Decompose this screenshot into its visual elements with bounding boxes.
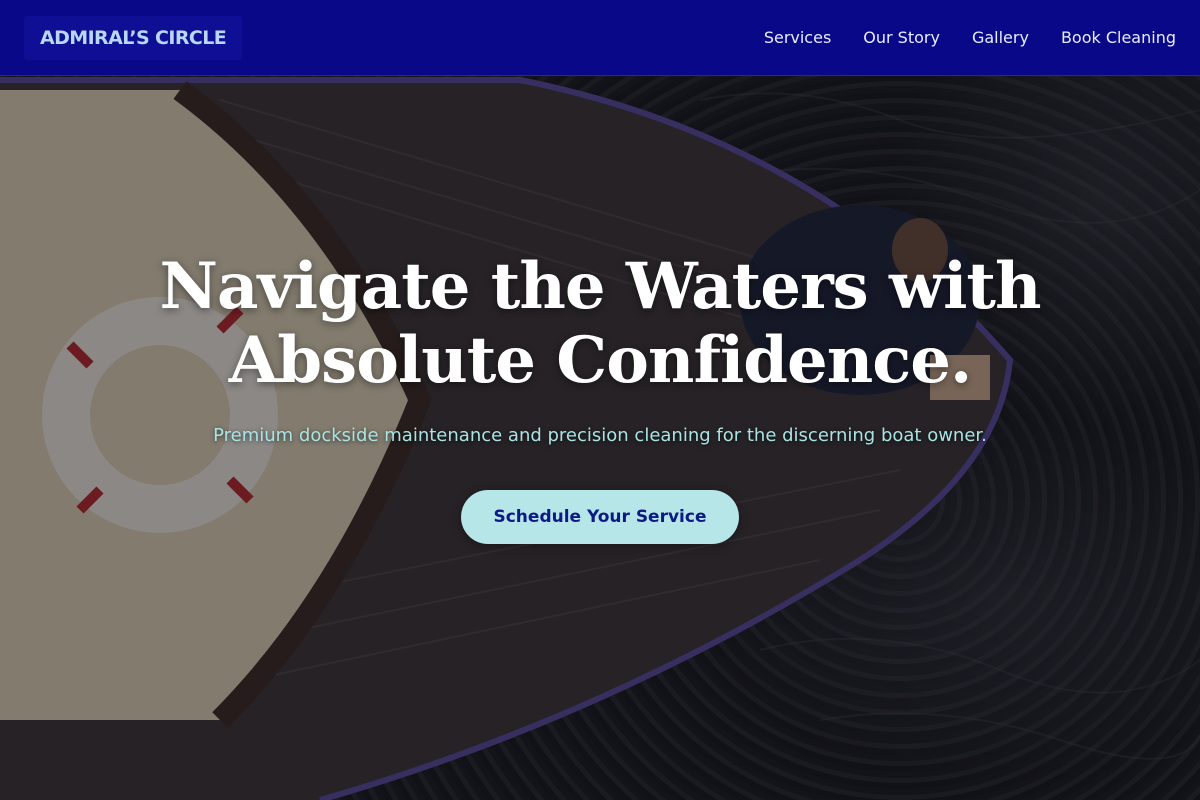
hero-content: Navigate the Waters with Absolute Confid… (0, 250, 1200, 544)
hero-headline-line2: Absolute Confidence. (228, 323, 973, 398)
nav-link-services[interactable]: Services (764, 28, 831, 47)
nav-link-book-cleaning[interactable]: Book Cleaning (1061, 28, 1176, 47)
brand-name[interactable]: ADMIRAL’S CIRCLE (40, 27, 227, 49)
hero-headline: Navigate the Waters with Absolute Confid… (0, 250, 1200, 398)
nav-link-gallery[interactable]: Gallery (972, 28, 1029, 47)
top-navbar: ADMIRAL’S CIRCLE Services Our Story Gall… (0, 0, 1200, 76)
nav-links: Services Our Story Gallery Book Cleaning (764, 28, 1176, 47)
hero-subheadline: Premium dockside maintenance and precisi… (213, 425, 987, 446)
brand-logo[interactable]: ADMIRAL’S CIRCLE (24, 15, 243, 60)
nav-link-our-story[interactable]: Our Story (863, 28, 940, 47)
schedule-service-button[interactable]: Schedule Your Service (461, 490, 739, 544)
hero-headline-line1: Navigate the Waters with (159, 249, 1042, 324)
